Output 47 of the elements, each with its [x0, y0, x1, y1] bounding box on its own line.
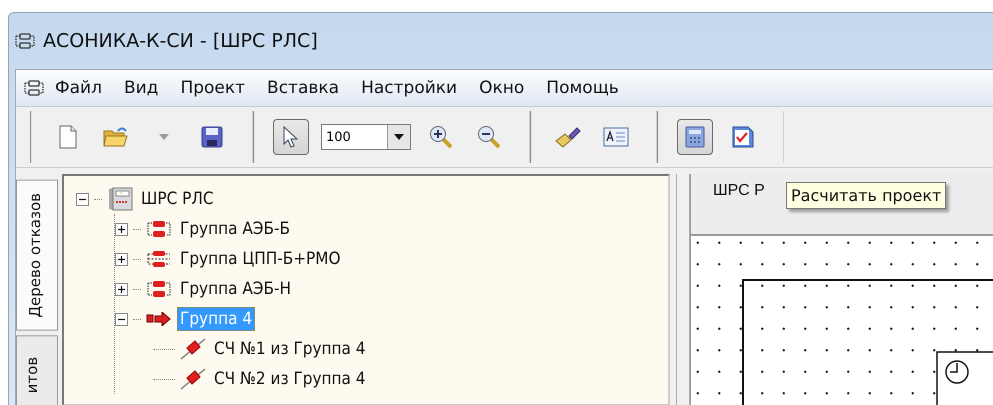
brush-icon [554, 125, 582, 149]
cursor-arrow-icon [283, 126, 299, 148]
tree-item[interactable]: СЧ №2 из Группа 4 [211, 367, 368, 391]
calculator-icon [685, 126, 705, 148]
expand-toggle[interactable] [115, 222, 128, 236]
app-icon [24, 80, 44, 96]
tree-item[interactable]: Группа АЭБ-Б [177, 217, 293, 241]
caret-icon [394, 134, 404, 140]
expand-toggle[interactable] [115, 282, 128, 296]
folder-icon [103, 126, 129, 148]
menu-item[interactable]: Проект [169, 78, 256, 98]
menu-item[interactable]: Файл [44, 78, 113, 98]
menu-item[interactable]: Помощь [535, 78, 630, 98]
tooltip: Расчитать проект [786, 182, 946, 209]
toolbar-button[interactable] [273, 119, 309, 155]
resistor-icon [180, 338, 206, 360]
tree-item[interactable]: Группа ЦПП-Б+РМО [177, 247, 344, 271]
toolbar-button[interactable] [677, 119, 713, 155]
resistor-icon [180, 368, 206, 390]
side-tab[interactable]: Дерево отказов [16, 180, 58, 331]
side-tab[interactable]: итов [16, 334, 58, 405]
collapse-toggle[interactable] [115, 312, 128, 326]
menu-item[interactable]: Настройки [350, 78, 468, 98]
checked-document-icon [732, 126, 754, 148]
text-box-icon [603, 127, 629, 147]
page-icon [59, 125, 77, 149]
expand-toggle[interactable] [115, 252, 128, 266]
menu-item[interactable]: Вид [112, 78, 170, 98]
window-title: АСОНИКА-К-СИ - [ШРС РЛС] [43, 30, 318, 52]
component-group-icon [146, 220, 172, 238]
component-group-icon [146, 250, 172, 268]
zoom-out-icon [477, 125, 501, 149]
tree-item[interactable]: ШРС РЛС [138, 187, 217, 211]
app-icon [15, 33, 35, 49]
zoom-combobox[interactable]: 100 [321, 124, 411, 150]
zoom-in-icon [429, 125, 453, 149]
clock-icon [945, 360, 969, 384]
component-group-icon [146, 280, 172, 298]
collapse-toggle[interactable] [76, 192, 89, 206]
menu-item[interactable]: Вставка [256, 78, 350, 98]
tree-item[interactable]: СЧ №1 из Группа 4 [211, 337, 368, 361]
document-tab[interactable]: ШРС Р [713, 182, 765, 199]
arrow-icon [146, 312, 172, 326]
menu-item[interactable]: Окно [468, 78, 536, 98]
tree-item[interactable]: Группа АЭБ-Н [177, 277, 294, 301]
cabinet-icon [107, 187, 133, 211]
caret-icon [159, 134, 169, 140]
